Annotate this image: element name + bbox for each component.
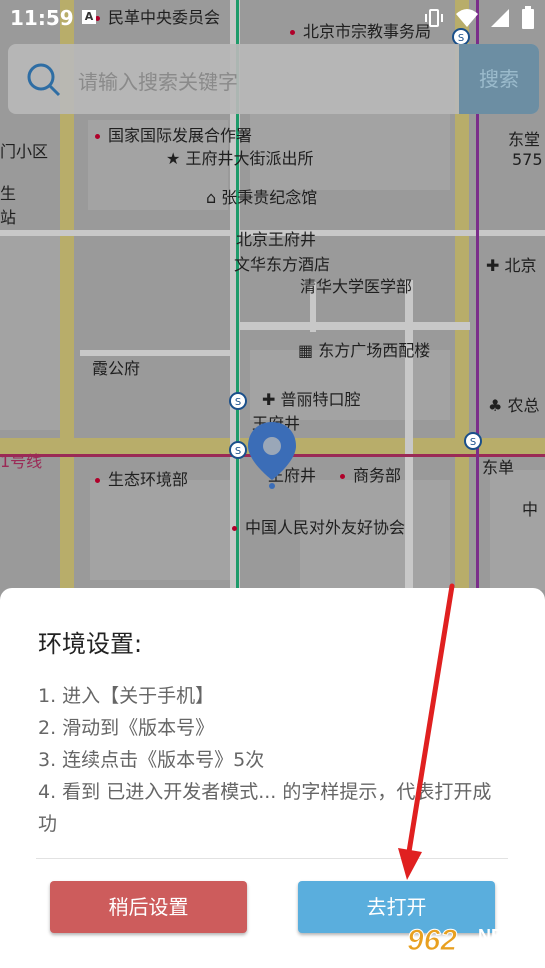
red-arrow-annotation bbox=[398, 583, 455, 880]
watermark-sub: 乐游网 bbox=[479, 948, 521, 964]
watermark-suffix: .NET bbox=[473, 926, 514, 946]
watermark-logo: 962 .NET 乐游网 bbox=[403, 918, 539, 965]
watermark-number: 962 bbox=[407, 924, 457, 957]
